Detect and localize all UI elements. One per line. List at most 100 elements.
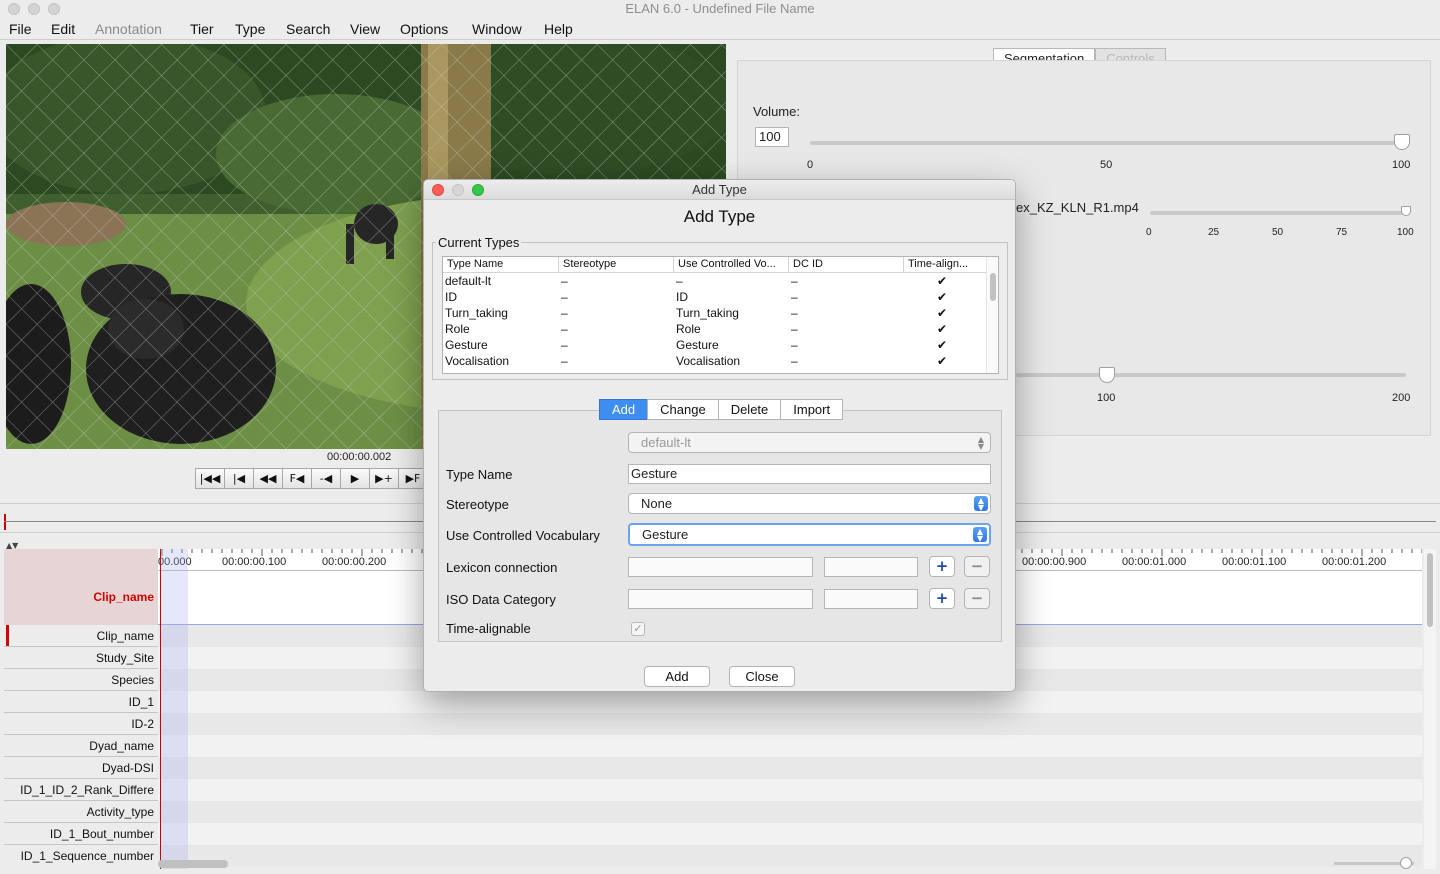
- volume-slider-track[interactable]: [810, 141, 1410, 145]
- go-to-begin-button[interactable]: |◀◀: [195, 468, 225, 489]
- active-tier-marker: [6, 625, 9, 646]
- tier-name[interactable]: Study_Site: [4, 651, 154, 665]
- menu-search[interactable]: Search: [286, 21, 330, 37]
- previous-frame-button[interactable]: F◀: [282, 468, 312, 489]
- volume-slider-thumb[interactable]: [1394, 134, 1410, 150]
- tier-name[interactable]: Dyad_name: [4, 739, 154, 753]
- dialog-zoom-icon[interactable]: [472, 184, 484, 196]
- dialog-close-icon[interactable]: [432, 184, 444, 196]
- previous-second-button[interactable]: ◀◀: [253, 468, 283, 489]
- active-tier-header[interactable]: [4, 549, 158, 625]
- plus-icon: +: [935, 557, 949, 575]
- tier-row[interactable]: [158, 801, 1422, 823]
- tier-row[interactable]: [158, 735, 1422, 757]
- tier-row[interactable]: [158, 779, 1422, 801]
- menu-tier[interactable]: Tier: [190, 21, 214, 37]
- tier-name[interactable]: ID_1_ID_2_Rank_Differe: [4, 783, 154, 797]
- timeline-vscroll-knob[interactable]: [1427, 553, 1433, 627]
- dialog-minimize-icon: [452, 184, 464, 196]
- menu-options[interactable]: Options: [400, 21, 448, 37]
- menu-annotation[interactable]: Annotation: [95, 21, 162, 37]
- mode-change-tab[interactable]: Change: [647, 399, 719, 420]
- table-row[interactable]: Gesture – Gesture – ✔: [443, 337, 988, 353]
- media-tick-label: 25: [1208, 227, 1220, 238]
- column-header[interactable]: Use Controlled Vo...: [674, 257, 789, 273]
- add-button[interactable]: Add: [644, 666, 710, 687]
- column-header[interactable]: DC ID: [789, 257, 904, 273]
- menu-file[interactable]: File: [9, 21, 32, 37]
- timeline-vertical-scrollbar[interactable]: [1424, 549, 1436, 869]
- table-cell: Turn_taking: [445, 306, 508, 320]
- tier-row[interactable]: [158, 691, 1422, 713]
- tier-name[interactable]: Clip_name: [4, 629, 154, 643]
- type-select: default-lt ▲ ▼: [628, 432, 991, 453]
- remove-iso-category-button[interactable]: −: [964, 588, 990, 609]
- mode-delete-tab[interactable]: Delete: [717, 399, 782, 420]
- table-scroll-knob[interactable]: [990, 273, 996, 301]
- tier-row[interactable]: [158, 757, 1422, 779]
- timeline-horizontal-scroll-knob[interactable]: [158, 860, 228, 868]
- column-header[interactable]: Stereotype: [559, 257, 674, 273]
- next-pixel-icon: ▶+: [375, 472, 393, 485]
- tier-name[interactable]: Activity_type: [4, 805, 154, 819]
- menu-edit[interactable]: Edit: [51, 21, 75, 37]
- menu-window[interactable]: Window: [472, 21, 522, 37]
- tier-name[interactable]: Dyad-DSI: [4, 761, 154, 775]
- time-alignable-checkbox[interactable]: ✓: [631, 622, 645, 636]
- column-header[interactable]: Type Name: [443, 257, 559, 273]
- tier-name[interactable]: ID_1_Sequence_number: [4, 849, 154, 863]
- tier-name[interactable]: ID-2: [4, 717, 154, 731]
- tier-divider: [4, 822, 158, 823]
- menu-view[interactable]: View: [350, 21, 380, 37]
- play-button[interactable]: ▶: [340, 468, 370, 489]
- current-types-table[interactable]: Type Name Stereotype Use Controlled Vo..…: [442, 256, 999, 374]
- tier-row[interactable]: [158, 823, 1422, 845]
- next-pixel-button[interactable]: ▶+: [369, 468, 399, 489]
- add-iso-category-button[interactable]: +: [929, 588, 955, 609]
- table-row[interactable]: Role – Role – ✔: [443, 321, 988, 337]
- ruler-label: 00:00:00.900: [1022, 556, 1087, 568]
- volume-value-field[interactable]: 100: [755, 127, 789, 147]
- type-name-input[interactable]: Gesture: [628, 464, 991, 484]
- table-row[interactable]: default-lt – – – ✔: [443, 273, 988, 289]
- table-row[interactable]: Turn_taking – Turn_taking – ✔: [443, 305, 988, 321]
- menu-type[interactable]: Type: [235, 21, 265, 37]
- remove-lexicon-button[interactable]: −: [964, 556, 990, 577]
- tier-name[interactable]: Species: [4, 673, 154, 687]
- window-titlebar: ELAN 6.0 - Undefined File Name: [0, 0, 1440, 18]
- table-cell: –: [791, 274, 798, 288]
- tier-divider: [4, 756, 158, 757]
- zoom-window-icon[interactable]: [48, 3, 60, 15]
- table-cell: –: [791, 290, 798, 304]
- mode-import-tab[interactable]: Import: [780, 399, 844, 420]
- controlled-vocabulary-select[interactable]: Gesture ▲ ▼: [628, 523, 991, 546]
- table-row[interactable]: ID – ID – ✔: [443, 289, 988, 305]
- menu-help[interactable]: Help: [544, 21, 573, 37]
- close-window-icon[interactable]: [8, 3, 20, 15]
- table-scrollbar[interactable]: [986, 257, 998, 373]
- stereotype-select[interactable]: None ▲ ▼: [628, 493, 991, 514]
- tier-name[interactable]: ID_1: [4, 695, 154, 709]
- column-header[interactable]: Time-align...: [904, 257, 988, 273]
- media-volume-slider-thumb[interactable]: [1401, 206, 1411, 216]
- table-cell: Turn_taking: [676, 306, 739, 320]
- previous-pixel-button[interactable]: -◀: [311, 468, 341, 489]
- rate-tick-label: 200: [1392, 392, 1411, 404]
- lexicon-connection-field: [628, 557, 813, 577]
- rate-slider-track[interactable]: [1016, 373, 1406, 377]
- table-row[interactable]: Vocalisation – Vocalisation – ✔: [443, 353, 988, 369]
- tier-row[interactable]: [158, 713, 1422, 735]
- minimize-window-icon[interactable]: [28, 3, 40, 15]
- zoom-slider-thumb[interactable]: [1400, 857, 1412, 869]
- previous-scrollview-button[interactable]: |◀: [224, 468, 254, 489]
- media-volume-slider-track[interactable]: [1150, 211, 1410, 215]
- tier-row[interactable]: [158, 845, 1422, 867]
- mode-add-tab[interactable]: Add: [599, 399, 649, 420]
- window-title: ELAN 6.0 - Undefined File Name: [625, 1, 815, 16]
- close-button[interactable]: Close: [729, 666, 795, 687]
- tier-name[interactable]: ID_1_Bout_number: [4, 827, 154, 841]
- active-tier-label: Clip_name: [93, 590, 154, 604]
- rate-slider-thumb[interactable]: [1099, 367, 1115, 383]
- crosshair-line[interactable]: [160, 549, 161, 869]
- add-lexicon-button[interactable]: +: [929, 556, 955, 577]
